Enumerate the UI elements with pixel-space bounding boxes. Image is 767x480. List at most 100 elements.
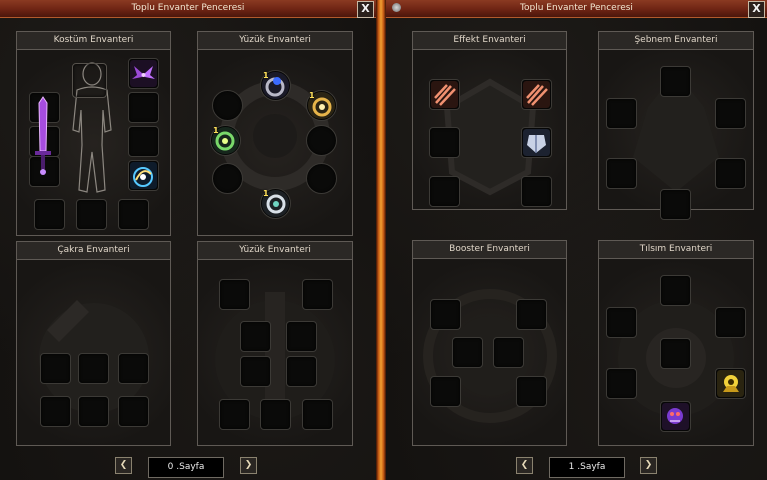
orange-claw-effect-icon — [431, 81, 458, 108]
talisman-slot-1[interactable] — [660, 275, 691, 306]
ring-bottom-slot-4[interactable] — [286, 321, 317, 352]
ring-slot-3-count: 1 — [309, 91, 315, 100]
chevron-left-icon: ❮ — [119, 460, 128, 470]
costume-slot-wings[interactable] — [128, 58, 159, 89]
blue-mount-icon — [130, 162, 157, 189]
dew-slot-1[interactable] — [660, 66, 691, 97]
effect-slot-4[interactable] — [521, 127, 552, 158]
chakra-inventory-panel: Çakra Envanteri — [16, 241, 171, 446]
ring-slot-2[interactable] — [212, 90, 243, 121]
ring-bottom-slot-8[interactable] — [260, 399, 291, 430]
left-window-title: Toplu Envanter Penceresi — [131, 3, 245, 13]
ring-bottom-panel-title: Yüzük Envanteri — [198, 242, 352, 260]
ring-bottom-slot-6[interactable] — [286, 356, 317, 387]
dew-slot-2[interactable] — [606, 98, 637, 129]
right-pager: ❮ 1 .Sayfa ❯ — [386, 457, 767, 478]
talisman-slot-3[interactable] — [715, 307, 746, 338]
costume-slot-mount[interactable] — [128, 160, 159, 191]
ring-slot-7[interactable] — [306, 163, 337, 194]
ring-slot-8[interactable]: 1 — [260, 188, 291, 219]
left-close-button[interactable]: X — [357, 1, 374, 18]
left-window-title-bar[interactable]: Toplu Envanter Penceresi X — [0, 0, 376, 18]
effect-slot-1[interactable] — [429, 79, 460, 110]
costume-panel-title: Kostüm Envanteri — [17, 32, 170, 50]
ring-bottom-slot-9[interactable] — [302, 399, 333, 430]
effect-slot-2[interactable] — [521, 79, 552, 110]
talisman-slot-4[interactable] — [660, 338, 691, 369]
booster-slot-1[interactable] — [430, 299, 461, 330]
booster-slot-2[interactable] — [516, 299, 547, 330]
ring-inventory-panel-bottom: Yüzük Envanteri — [197, 241, 353, 446]
booster-slot-4[interactable] — [493, 337, 524, 368]
chakra-slot-3[interactable] — [118, 353, 149, 384]
costume-slot-2[interactable] — [128, 92, 159, 123]
dew-slot-5[interactable] — [715, 158, 746, 189]
right-window-title: Toplu Envanter Penceresi — [520, 3, 633, 13]
ring-slot-5[interactable] — [306, 125, 337, 156]
purple-sword-icon — [35, 96, 51, 175]
ring-slot-8-count: 1 — [263, 189, 269, 198]
booster-slot-6[interactable] — [516, 376, 547, 407]
talisman-inventory-panel: Tılsım Envanteri — [598, 240, 754, 446]
chakra-slot-5[interactable] — [78, 396, 109, 427]
ring-slot-1-count: 1 — [263, 71, 269, 80]
talisman-slot-5[interactable] — [606, 368, 637, 399]
chakra-slot-6[interactable] — [118, 396, 149, 427]
gold-talisman-icon — [717, 370, 744, 397]
talisman-slot-6[interactable] — [715, 368, 746, 399]
effect-panel-title: Effekt Envanteri — [413, 32, 566, 50]
silver-armor-effect-icon — [523, 129, 550, 156]
left-page-indicator: 0 .Sayfa — [148, 457, 224, 478]
orange-claw-effect-icon-2 — [523, 81, 550, 108]
costume-bottom-slot-3[interactable] — [118, 199, 149, 230]
pin-icon — [392, 3, 401, 12]
effect-slot-6[interactable] — [521, 176, 552, 207]
right-prev-page-button[interactable]: ❮ — [516, 457, 533, 474]
right-close-button[interactable]: X — [748, 1, 765, 18]
talisman-slot-2[interactable] — [606, 307, 637, 338]
chakra-slot-4[interactable] — [40, 396, 71, 427]
ring-slot-3[interactable]: 1 — [306, 90, 337, 121]
costume-slot-3[interactable] — [128, 126, 159, 157]
ring-slot-1[interactable]: 1 — [260, 70, 291, 101]
costume-bottom-slot-2[interactable] — [76, 199, 107, 230]
dew-slot-3[interactable] — [715, 98, 746, 129]
effect-inventory-panel: Effekt Envanteri — [412, 31, 567, 210]
right-next-page-button[interactable]: ❯ — [640, 457, 657, 474]
ring-bottom-slot-3[interactable] — [240, 321, 271, 352]
left-pager: ❮ 0 .Sayfa ❯ — [0, 457, 376, 478]
talisman-slot-7[interactable] — [660, 401, 691, 432]
booster-slot-5[interactable] — [430, 376, 461, 407]
left-prev-page-button[interactable]: ❮ — [115, 457, 132, 474]
ring-bottom-slot-7[interactable] — [219, 399, 250, 430]
chevron-left-icon: ❮ — [520, 460, 529, 470]
booster-slot-3[interactable] — [452, 337, 483, 368]
ring-bottom-slot-5[interactable] — [240, 356, 271, 387]
ring-slot-4-count: 1 — [213, 126, 219, 135]
booster-panel-title: Booster Envanteri — [413, 241, 566, 259]
chakra-slot-2[interactable] — [78, 353, 109, 384]
left-next-page-button[interactable]: ❯ — [240, 457, 257, 474]
chevron-right-icon: ❯ — [644, 460, 653, 470]
effect-slot-3[interactable] — [429, 127, 460, 158]
ring-bottom-slot-2[interactable] — [302, 279, 333, 310]
window-divider — [376, 0, 386, 480]
dew-inventory-panel: Şebnem Envanteri — [598, 31, 754, 220]
costume-bottom-slot-1[interactable] — [34, 199, 65, 230]
chakra-slot-1[interactable] — [40, 353, 71, 384]
ring-inventory-panel-top: Yüzük Envanteri 1 1 1 1 — [197, 31, 353, 236]
ring-slot-4[interactable]: 1 — [210, 125, 241, 156]
dew-slot-6[interactable] — [660, 189, 691, 220]
right-window-title-bar[interactable]: Toplu Envanter Penceresi X — [386, 0, 767, 18]
dew-panel-title: Şebnem Envanteri — [599, 32, 753, 50]
dew-slot-4[interactable] — [606, 158, 637, 189]
chakra-panel-title: Çakra Envanteri — [17, 242, 170, 260]
talisman-panel-title: Tılsım Envanteri — [599, 241, 753, 259]
chevron-right-icon: ❯ — [244, 460, 253, 470]
purple-wings-icon — [130, 60, 157, 87]
costume-head-slot[interactable] — [72, 63, 107, 98]
ring-bottom-slot-1[interactable] — [219, 279, 250, 310]
ring-slot-6[interactable] — [212, 163, 243, 194]
effect-slot-5[interactable] — [429, 176, 460, 207]
right-inventory-window: Toplu Envanter Penceresi X Effekt Envant… — [386, 0, 767, 480]
